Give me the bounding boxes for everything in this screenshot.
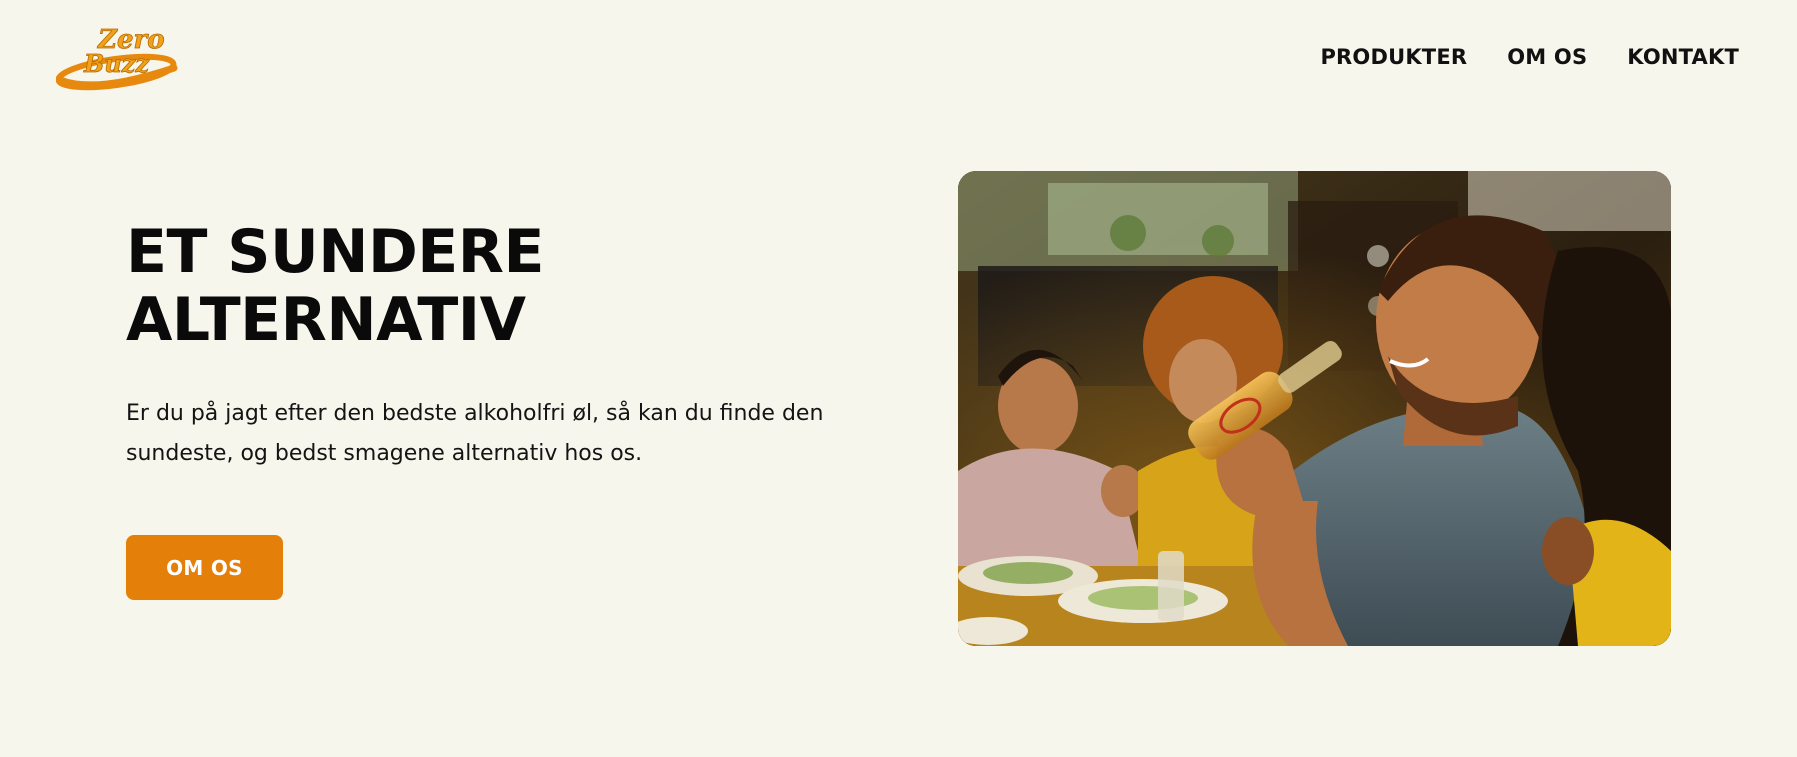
landing-page: Zero Buzz PRODUKTER OM OS KONTAKT ET SUN… — [0, 0, 1797, 757]
om-os-button[interactable]: OM OS — [126, 535, 283, 600]
hero-title-line-1: ET SUNDERE — [126, 217, 544, 287]
nav-link-produkter[interactable]: PRODUKTER — [1320, 42, 1467, 72]
nav-link-om-os[interactable]: OM OS — [1507, 42, 1587, 72]
hero-description: Er du på jagt efter den bedste alkoholfr… — [126, 401, 824, 466]
hero-title-line-2: ALTERNATIV — [126, 285, 526, 355]
photo-icon — [958, 171, 1671, 646]
hero-title: ET SUNDERE ALTERNATIV — [126, 218, 686, 354]
hero-photo — [958, 171, 1671, 646]
zero-buzz-logo: Zero Buzz — [56, 25, 178, 91]
nav-link-kontakt[interactable]: KONTAKT — [1627, 42, 1739, 72]
logo-text-buzz: Buzz — [83, 49, 150, 78]
main-nav: PRODUKTER OM OS KONTAKT — [1320, 42, 1739, 72]
